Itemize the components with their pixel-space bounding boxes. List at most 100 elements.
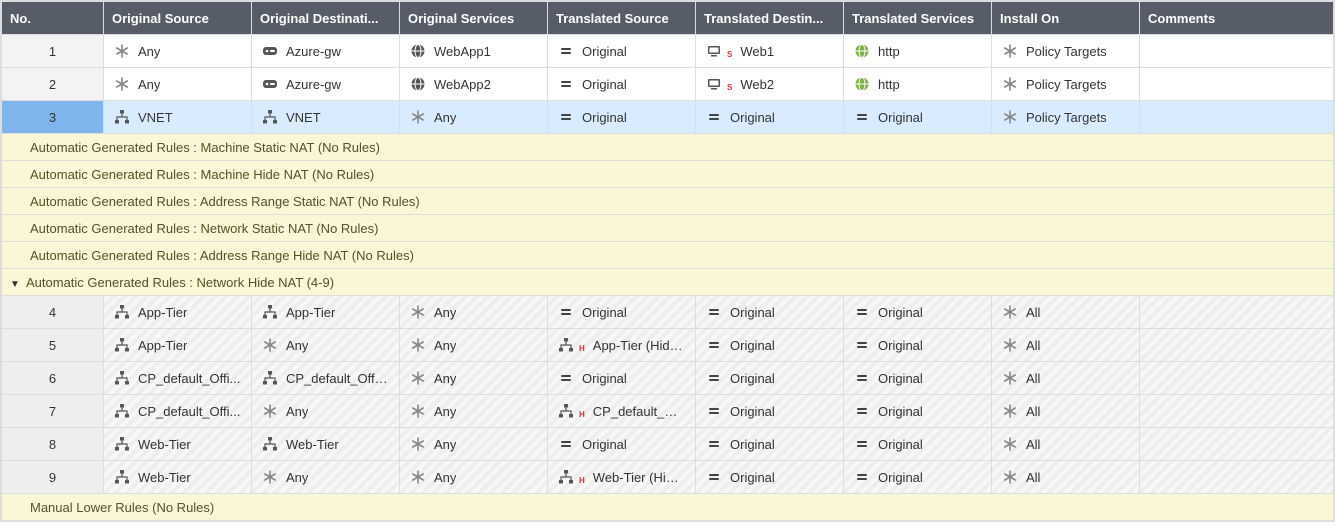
cell[interactable]: Original — [548, 101, 696, 134]
cell[interactable] — [1140, 68, 1334, 101]
table-row[interactable]: 9Web-TierAnyAnyHWeb-Tier (HidingOriginal… — [2, 461, 1334, 494]
cell[interactable]: Any — [104, 68, 252, 101]
cell[interactable]: WebApp2 — [400, 68, 548, 101]
col-orig-dst[interactable]: Original Destinati... — [252, 2, 400, 35]
cell[interactable]: Any — [252, 395, 400, 428]
cell[interactable]: Original — [548, 35, 696, 68]
cell[interactable]: http — [844, 68, 992, 101]
cell[interactable]: Original — [696, 329, 844, 362]
cell[interactable]: All — [992, 461, 1140, 494]
cell[interactable]: Any — [104, 35, 252, 68]
cell[interactable]: Azure-gw — [252, 35, 400, 68]
cell[interactable] — [1140, 461, 1334, 494]
cell[interactable]: Original — [548, 296, 696, 329]
rule-number[interactable]: 9 — [2, 461, 104, 494]
cell[interactable]: Web-Tier — [104, 428, 252, 461]
cell[interactable]: Web-Tier — [104, 461, 252, 494]
col-trans-svc[interactable]: Translated Services — [844, 2, 992, 35]
col-no[interactable]: No. — [2, 2, 104, 35]
cell[interactable]: SWeb2 — [696, 68, 844, 101]
cell[interactable]: Azure-gw — [252, 68, 400, 101]
cell[interactable]: App-Tier — [104, 296, 252, 329]
cell[interactable]: Any — [252, 329, 400, 362]
cell[interactable] — [1140, 296, 1334, 329]
rule-number[interactable]: 1 — [2, 35, 104, 68]
cell[interactable]: All — [992, 362, 1140, 395]
col-install-on[interactable]: Install On — [992, 2, 1140, 35]
cell[interactable]: HApp-Tier (Hiding — [548, 329, 696, 362]
cell[interactable]: Any — [400, 362, 548, 395]
cell[interactable]: Original — [696, 461, 844, 494]
rule-number[interactable]: 3 — [2, 101, 104, 134]
cell[interactable]: Original — [548, 428, 696, 461]
cell[interactable] — [1140, 101, 1334, 134]
cell[interactable]: Original — [844, 461, 992, 494]
cell[interactable]: All — [992, 395, 1140, 428]
cell[interactable] — [1140, 35, 1334, 68]
cell[interactable]: Any — [400, 428, 548, 461]
chevron-down-icon[interactable]: ▼ — [10, 279, 20, 290]
cell[interactable]: http — [844, 35, 992, 68]
cell[interactable]: Web-Tier — [252, 428, 400, 461]
cell[interactable]: Policy Targets — [992, 68, 1140, 101]
cell[interactable]: Original — [844, 428, 992, 461]
table-row[interactable]: 5App-TierAnyAnyHApp-Tier (Hiding Origina… — [2, 329, 1334, 362]
cell[interactable]: All — [992, 428, 1140, 461]
cell[interactable] — [1140, 428, 1334, 461]
col-orig-svc[interactable]: Original Services — [400, 2, 548, 35]
col-comments[interactable]: Comments — [1140, 2, 1334, 35]
cell[interactable]: Original — [844, 329, 992, 362]
table-row[interactable]: 2AnyAzure-gwWebApp2OriginalSWeb2httpPoli… — [2, 68, 1334, 101]
cell[interactable] — [1140, 362, 1334, 395]
nat-policy-table[interactable]: No. Original Source Original Destinati..… — [1, 1, 1334, 521]
cell[interactable]: SWeb1 — [696, 35, 844, 68]
cell[interactable] — [1140, 329, 1334, 362]
cell[interactable]: App-Tier — [252, 296, 400, 329]
cell[interactable]: Any — [400, 329, 548, 362]
cell[interactable]: Any — [400, 101, 548, 134]
cell[interactable]: VNET — [104, 101, 252, 134]
table-header-row[interactable]: No. Original Source Original Destinati..… — [2, 2, 1334, 35]
cell[interactable]: HCP_default_Office — [548, 395, 696, 428]
rule-number[interactable]: 5 — [2, 329, 104, 362]
cell[interactable]: Any — [400, 461, 548, 494]
cell[interactable]: App-Tier — [104, 329, 252, 362]
cell[interactable]: Original — [844, 101, 992, 134]
cell[interactable]: Policy Targets — [992, 101, 1140, 134]
cell[interactable]: All — [992, 296, 1140, 329]
cell[interactable]: Original — [696, 395, 844, 428]
cell[interactable]: Original — [844, 395, 992, 428]
cell[interactable]: CP_default_Office — [252, 362, 400, 395]
cell[interactable]: All — [992, 329, 1140, 362]
cell[interactable]: Any — [400, 296, 548, 329]
cell[interactable]: HWeb-Tier (Hiding — [548, 461, 696, 494]
cell[interactable]: Original — [696, 428, 844, 461]
cell[interactable]: Original — [844, 296, 992, 329]
cell[interactable]: Original — [696, 101, 844, 134]
cell[interactable]: Original — [696, 362, 844, 395]
table-row[interactable]: 7CP_default_Offi...AnyAnyHCP_default_Off… — [2, 395, 1334, 428]
table-row[interactable]: 6CP_default_Offi...CP_default_OfficeAnyO… — [2, 362, 1334, 395]
cell[interactable] — [1140, 395, 1334, 428]
cell[interactable]: WebApp1 — [400, 35, 548, 68]
table-row[interactable]: 1AnyAzure-gwWebApp1OriginalSWeb1httpPoli… — [2, 35, 1334, 68]
cell[interactable]: Original — [696, 296, 844, 329]
rule-number[interactable]: 6 — [2, 362, 104, 395]
rule-number[interactable]: 7 — [2, 395, 104, 428]
cell[interactable]: Original — [844, 362, 992, 395]
cell[interactable]: Policy Targets — [992, 35, 1140, 68]
cell[interactable]: Original — [548, 68, 696, 101]
table-row[interactable]: 8Web-TierWeb-TierAnyOriginalOriginalOrig… — [2, 428, 1334, 461]
cell[interactable]: Original — [548, 362, 696, 395]
col-orig-src[interactable]: Original Source — [104, 2, 252, 35]
rule-number[interactable]: 4 — [2, 296, 104, 329]
table-row[interactable]: 4App-TierApp-TierAnyOriginalOriginalOrig… — [2, 296, 1334, 329]
cell[interactable]: CP_default_Offi... — [104, 395, 252, 428]
rule-number[interactable]: 8 — [2, 428, 104, 461]
col-trans-dst[interactable]: Translated Destin... — [696, 2, 844, 35]
rule-number[interactable]: 2 — [2, 68, 104, 101]
cell[interactable]: CP_default_Offi... — [104, 362, 252, 395]
table-row[interactable]: 3VNETVNETAnyOriginalOriginalOriginalPoli… — [2, 101, 1334, 134]
cell[interactable]: VNET — [252, 101, 400, 134]
section-row[interactable]: ▼Automatic Generated Rules : Network Hid… — [2, 269, 1334, 296]
